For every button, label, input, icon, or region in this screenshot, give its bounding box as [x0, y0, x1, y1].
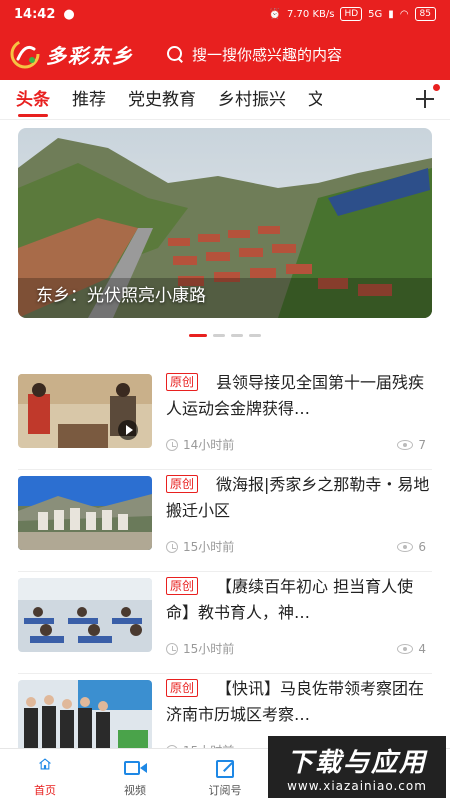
- search-icon: [166, 45, 184, 63]
- signal-icon: ▮: [388, 8, 394, 20]
- battery-indicator: 85: [414, 7, 436, 21]
- carousel-dot[interactable]: [189, 334, 207, 337]
- news-views-count: 7: [418, 437, 426, 452]
- news-time: 14小时前: [166, 436, 234, 453]
- tab-party-history[interactable]: 党史教育: [128, 81, 196, 119]
- watermark-title: 下载与应用: [286, 747, 427, 778]
- home-icon: [33, 757, 57, 779]
- carousel-dot[interactable]: [213, 334, 225, 337]
- search-bar[interactable]: 搜一搜你感兴趣的内容: [160, 44, 440, 65]
- news-headline: 微海报|秀家乡之那勒寺・易地搬迁小区: [166, 475, 430, 520]
- play-icon[interactable]: [118, 420, 138, 440]
- wifi-icon: ◠: [399, 8, 409, 20]
- clock-icon: [166, 540, 178, 553]
- news-headline: 县领导接见全国第十一届残疾人运动会金牌获得…: [166, 373, 425, 418]
- news-meta: 15小时前 4: [166, 640, 426, 657]
- original-badge: 原创: [166, 373, 199, 391]
- status-time: 14:42: [14, 6, 56, 22]
- carousel-dot[interactable]: [249, 334, 261, 337]
- news-item[interactable]: 原创 微海报|秀家乡之那勒寺・易地搬迁小区 15小时前 6: [0, 466, 450, 572]
- logo-swirl-icon: [10, 39, 40, 69]
- clock-icon: [166, 642, 178, 655]
- signal-label: 5G: [368, 8, 383, 20]
- tab-headline[interactable]: 头条: [16, 81, 50, 119]
- clock-icon: [166, 438, 178, 451]
- original-badge: 原创: [166, 577, 199, 595]
- news-headline: 【快讯】马良佐带领考察团在济南市历城区考察…: [166, 679, 425, 724]
- wechat-icon: ●: [63, 6, 75, 22]
- news-item[interactable]: 原创 县领导接见全国第十一届残疾人运动会金牌获得… 14小时前 7: [0, 364, 450, 470]
- thumbnail-image: [18, 578, 152, 652]
- hd-badge: HD: [340, 7, 363, 21]
- status-left: 14:42 ●: [14, 7, 75, 22]
- news-views-count: 4: [418, 641, 426, 656]
- news-time-text: 15小时前: [183, 642, 235, 656]
- nav-subscribe-label: 订阅号: [208, 784, 242, 797]
- news-meta: 15小时前 6: [166, 538, 426, 555]
- news-title: 原创 县领导接见全国第十一届残疾人运动会金牌获得…: [166, 370, 434, 422]
- tab-rural-revitalization[interactable]: 乡村振兴: [218, 81, 286, 119]
- thumbnail-image: [18, 680, 152, 754]
- news-thumbnail: [18, 680, 152, 754]
- news-meta: 14小时前 7: [166, 436, 426, 453]
- news-time-text: 14小时前: [183, 438, 235, 452]
- news-thumbnail: [18, 578, 152, 652]
- eye-icon: [397, 643, 414, 654]
- thumbnail-image: [18, 476, 152, 550]
- eye-icon: [397, 541, 414, 552]
- app-name: 多彩东乡: [46, 43, 134, 68]
- news-views: 4: [397, 640, 426, 657]
- nav-video[interactable]: 视频: [90, 749, 180, 800]
- alarm-icon: ⏰: [268, 8, 282, 20]
- home-roof-icon: [39, 758, 51, 770]
- news-views: 7: [397, 436, 426, 453]
- channel-tabs: 头条 推荐 党史教育 乡村振兴 文: [0, 80, 450, 120]
- tab-culture-partial[interactable]: 文: [308, 81, 322, 119]
- search-placeholder: 搜一搜你感兴趣的内容: [192, 45, 343, 64]
- news-views-count: 6: [418, 539, 426, 554]
- news-thumbnail: [18, 374, 152, 448]
- news-title: 原创 【赓续百年初心 担当育人使命】教书育人，神…: [166, 574, 434, 626]
- status-right: ⏰ 7.70 KB/s HD 5G ▮ ◠ 85: [269, 7, 436, 21]
- app-header: 多彩东乡 搜一搜你感兴趣的内容: [0, 28, 450, 80]
- nav-home[interactable]: 首页: [0, 749, 90, 800]
- banner-carousel[interactable]: 东乡：光伏照亮小康路: [18, 128, 432, 318]
- banner-caption: 东乡：光伏照亮小康路: [36, 286, 206, 306]
- news-views: 6: [397, 538, 426, 555]
- news-time-text: 15小时前: [183, 540, 235, 554]
- original-badge: 原创: [166, 475, 199, 493]
- video-icon: [123, 757, 147, 779]
- tab-recommend[interactable]: 推荐: [72, 81, 106, 119]
- news-thumbnail: [18, 476, 152, 550]
- news-title: 原创 【快讯】马良佐带领考察团在济南市历城区考察…: [166, 676, 434, 728]
- original-badge: 原创: [166, 679, 199, 697]
- notification-dot: [433, 84, 440, 91]
- news-item[interactable]: 原创 【赓续百年初心 担当育人使命】教书育人，神… 15小时前 4: [0, 568, 450, 674]
- carousel-indicator: [0, 334, 450, 337]
- add-channel-button[interactable]: [414, 84, 440, 110]
- nav-home-label: 首页: [34, 784, 56, 797]
- site-watermark: 下载与应用 www.xiazainiao.com: [268, 736, 446, 798]
- subscribe-icon: [213, 757, 237, 779]
- nav-video-label: 视频: [124, 784, 146, 797]
- eye-icon: [397, 439, 414, 450]
- news-time: 15小时前: [166, 640, 234, 657]
- network-speed: 7.70 KB/s: [287, 8, 335, 20]
- carousel-dot[interactable]: [231, 334, 243, 337]
- tab-fade: [382, 80, 410, 118]
- nav-subscribe[interactable]: 订阅号: [180, 749, 270, 800]
- watermark-url: www.xiazainiao.com: [287, 778, 427, 793]
- video-lens-icon: [140, 763, 147, 773]
- news-headline: 【赓续百年初心 担当育人使命】教书育人，神…: [166, 577, 414, 622]
- status-bar: 14:42 ● ⏰ 7.70 KB/s HD 5G ▮ ◠ 85: [0, 0, 450, 28]
- news-title: 原创 微海报|秀家乡之那勒寺・易地搬迁小区: [166, 472, 434, 524]
- video-body-icon: [124, 761, 140, 775]
- app-logo[interactable]: 多彩东乡: [10, 39, 160, 69]
- news-time: 15小时前: [166, 538, 234, 555]
